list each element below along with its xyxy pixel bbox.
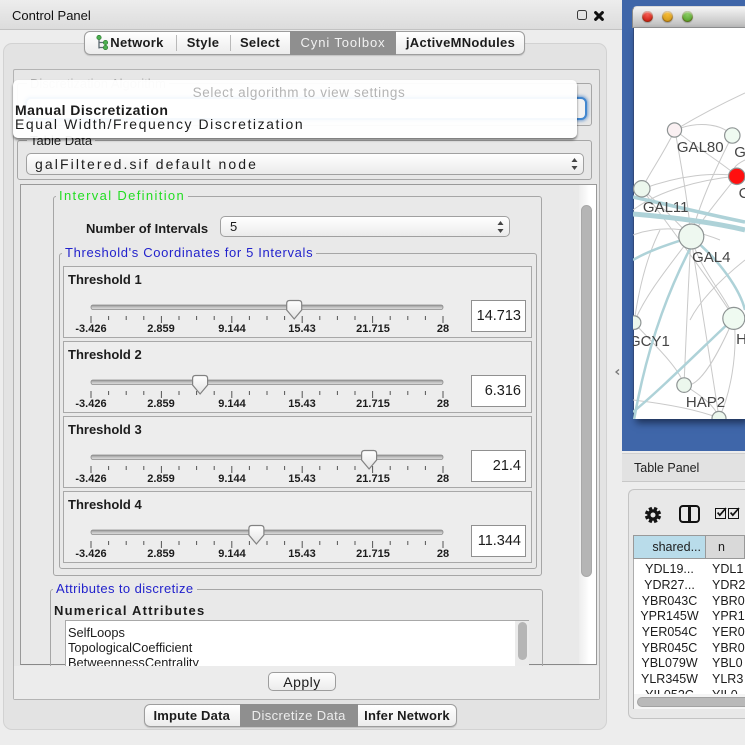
svg-text:H: H (736, 331, 745, 348)
svg-text:GA: GA (734, 144, 745, 161)
svg-text:GAL11: GAL11 (643, 199, 689, 216)
svg-text:GCY1: GCY1 (633, 333, 670, 350)
svg-text:HAP2: HAP2 (686, 394, 725, 411)
svg-text:GAL4: GAL4 (692, 249, 730, 266)
svg-text:GAL80: GAL80 (677, 139, 724, 156)
svg-text:C: C (739, 185, 745, 202)
